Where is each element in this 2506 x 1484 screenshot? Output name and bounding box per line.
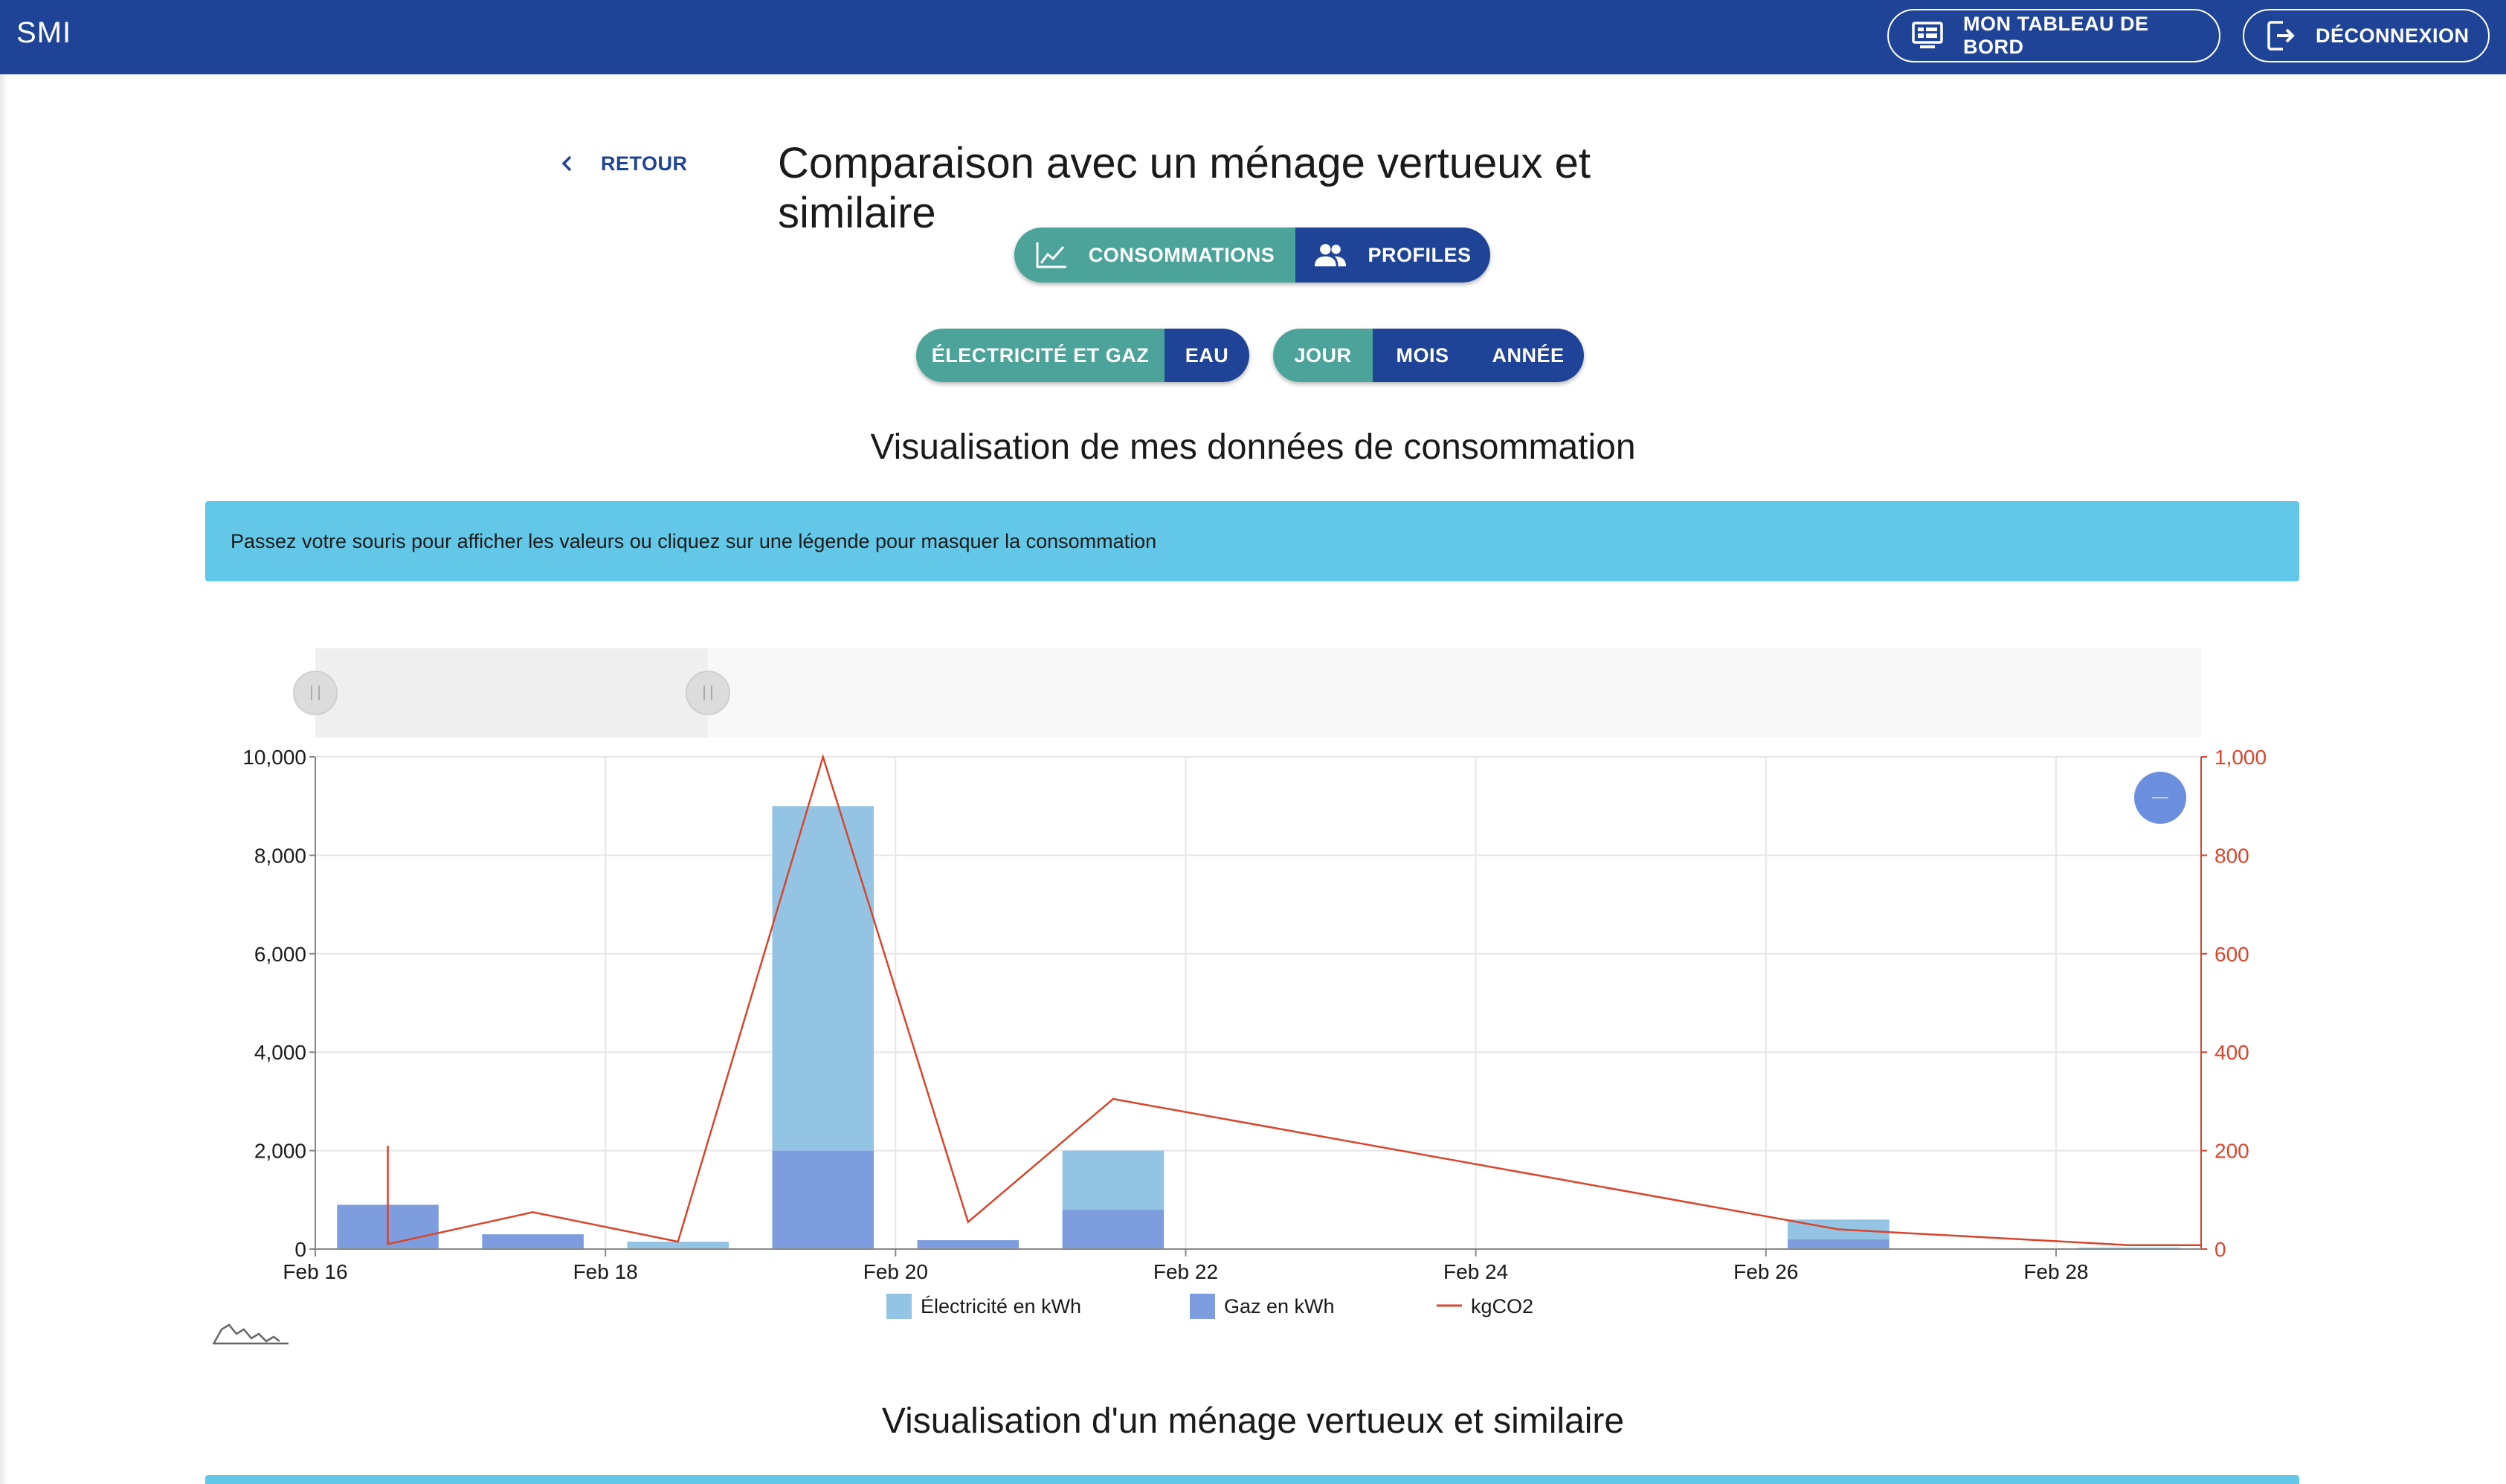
bar-electricity xyxy=(627,1242,729,1249)
legend-label: Gaz en kWh xyxy=(1224,1295,1335,1317)
option-day[interactable]: JOUR xyxy=(1273,329,1373,382)
y-left-tick-label: 4,000 xyxy=(254,1041,306,1064)
y-right-tick-label: 400 xyxy=(2215,1041,2249,1064)
y-left-tick-label: 6,000 xyxy=(254,943,306,966)
logout-button[interactable]: DÉCONNEXION xyxy=(2243,9,2490,62)
chevron-left-icon xyxy=(556,152,579,175)
dashboard-label: MON TABLEAU DE BORD xyxy=(1963,13,2149,58)
view-toggle: CONSOMMATIONS PROFILES xyxy=(1014,228,1490,283)
legend-label: Électricité en kWh xyxy=(921,1295,1081,1317)
option-month[interactable]: MOIS xyxy=(1373,329,1472,382)
x-tick-label: Feb 16 xyxy=(283,1260,347,1283)
y-right-tick-label: 600 xyxy=(2215,943,2249,966)
mini-chart-icon[interactable] xyxy=(213,1319,290,1346)
tab-consommations[interactable]: CONSOMMATIONS xyxy=(1014,228,1295,283)
back-button[interactable]: RETOUR xyxy=(556,147,688,180)
dashboard-icon xyxy=(1911,19,1944,53)
chart-bars xyxy=(337,806,2180,1249)
logout-label: DÉCONNEXION xyxy=(2316,24,2470,47)
legend-item[interactable]: kgCO2 xyxy=(1437,1295,1533,1317)
chart-line xyxy=(387,753,2201,1246)
x-tick-label: Feb 20 xyxy=(863,1260,928,1283)
bar-electricity xyxy=(772,806,874,1151)
bar-gas xyxy=(482,1234,584,1249)
y-right-tick-label: 200 xyxy=(2215,1140,2249,1163)
line-kgco2 xyxy=(387,753,2201,1246)
legend-item[interactable]: Gaz en kWh xyxy=(1190,1294,1335,1319)
x-tick-label: Feb 28 xyxy=(2023,1260,2088,1283)
info-banner-virtuous xyxy=(205,1475,2299,1484)
x-tick-label: Feb 18 xyxy=(573,1260,638,1283)
range-navigator-selection[interactable] xyxy=(315,648,708,738)
info-banner: Passez votre souris pour afficher les va… xyxy=(205,501,2299,581)
chart-grid xyxy=(315,756,2201,1250)
y-right-tick-label: 0 xyxy=(2215,1238,2226,1261)
legend-label: kgCO2 xyxy=(1471,1295,1533,1317)
bar-gas xyxy=(917,1240,1020,1249)
dashboard-button[interactable]: MON TABLEAU DE BORD xyxy=(1887,9,2220,62)
bar-gas xyxy=(1062,1210,1165,1249)
range-handle-right[interactable] xyxy=(686,671,730,715)
logout-icon xyxy=(2267,19,2296,53)
minus-icon xyxy=(2152,797,2168,799)
section-title-virtuous-household: Visualisation d'un ménage vertueux et si… xyxy=(881,1401,1625,1441)
top-navigation-bar: SMI MON TABLEAU DE BORD DÉCONNEXION xyxy=(0,0,2506,74)
legend-item[interactable]: Électricité en kWh xyxy=(886,1294,1081,1319)
y-left-tick-label: 0 xyxy=(294,1238,306,1261)
legend-swatch xyxy=(1190,1294,1215,1319)
page-title: Comparaison avec un ménage vertueux et s… xyxy=(778,139,1591,237)
consumption-chart[interactable]: 0 2,000 4,000 6,000 8,000 10,000 0 200 400 600 800… xyxy=(0,639,2506,1353)
tab-consommations-label: CONSOMMATIONS xyxy=(1088,243,1275,266)
chart-legend: Électricité en kWh Gaz en kWh kgCO2 xyxy=(886,1294,1533,1319)
people-icon xyxy=(1314,239,1347,271)
range-handle-left[interactable] xyxy=(293,671,338,715)
option-electricity-gas[interactable]: ÉLECTRICITÉ ET GAZ xyxy=(916,329,1165,382)
bar-gas xyxy=(772,1150,874,1249)
y-left-tick-label: 10,000 xyxy=(242,746,306,769)
bar-electricity xyxy=(1062,1150,1165,1210)
x-tick-label: Feb 26 xyxy=(1733,1260,1798,1283)
y-left-tick-label: 2,000 xyxy=(254,1140,306,1163)
period-toggle: JOUR MOIS ANNÉE xyxy=(1273,329,1584,382)
y-right-tick-label: 1,000 xyxy=(2215,746,2267,769)
option-water[interactable]: EAU xyxy=(1165,329,1249,382)
chart-axes: 0 2,000 4,000 6,000 8,000 10,000 0 200 400 600 800… xyxy=(242,746,2267,1283)
option-year[interactable]: ANNÉE xyxy=(1472,329,1584,382)
energy-toggle: ÉLECTRICITÉ ET GAZ EAU xyxy=(916,329,1249,382)
section-title-my-data: Visualisation de mes données de consomma… xyxy=(870,428,1636,467)
x-tick-label: Feb 24 xyxy=(1443,1260,1508,1283)
zoom-reset-button[interactable] xyxy=(2134,772,2186,824)
y-left-tick-label: 8,000 xyxy=(254,844,306,867)
info-banner-text: Passez votre souris pour afficher les va… xyxy=(231,529,1157,552)
back-label: RETOUR xyxy=(601,152,688,175)
brand-logo[interactable]: SMI xyxy=(16,16,71,50)
tab-profiles-label: PROFILES xyxy=(1368,243,1472,266)
x-tick-label: Feb 22 xyxy=(1153,1260,1218,1283)
line-chart-icon xyxy=(1035,239,1068,271)
legend-swatch xyxy=(886,1294,912,1319)
bar-gas xyxy=(1788,1239,1890,1249)
y-right-tick-label: 800 xyxy=(2215,844,2249,867)
tab-profiles[interactable]: PROFILES xyxy=(1295,228,1490,283)
